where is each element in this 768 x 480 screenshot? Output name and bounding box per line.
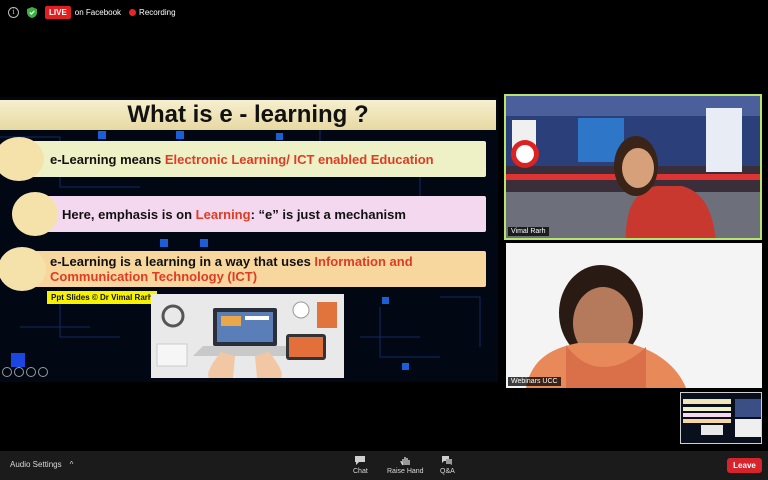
chat-icon xyxy=(355,456,366,465)
bullet-2-highlight: Learning xyxy=(195,206,251,222)
bullet-2-suffix: : “e” is just a mechanism xyxy=(250,206,406,222)
shared-slide: What is e - learning ? e-Learning means … xyxy=(0,97,498,382)
chat-button[interactable]: Chat xyxy=(353,455,368,475)
recording-label: Recording xyxy=(139,7,176,17)
audio-settings-label: Audio Settings xyxy=(10,460,62,469)
bullet-2-prefix: Here, emphasis is on xyxy=(62,206,196,222)
bullet-2-circle xyxy=(12,192,58,236)
speaker-video xyxy=(506,96,760,238)
participant-video xyxy=(506,243,762,388)
slide-title: What is e - learning ? xyxy=(0,100,496,130)
slide-decoration xyxy=(11,353,25,367)
live-platform-label: on Facebook xyxy=(74,7,122,17)
record-dot-icon xyxy=(129,8,137,16)
audio-settings-button[interactable]: Audio Settings ^ xyxy=(10,460,73,469)
qa-icon xyxy=(442,456,453,465)
bullet-2: Here, emphasis is on Learning: “e” is ju… xyxy=(34,196,486,232)
video-tile-participant[interactable]: Webinars UCC xyxy=(506,243,762,388)
laptop-illustration xyxy=(151,294,344,378)
raise-hand-label: Raise Hand xyxy=(387,468,424,475)
slide-navigation[interactable] xyxy=(2,367,48,377)
bullet-3-circle xyxy=(0,247,46,291)
shield-icon[interactable] xyxy=(27,6,37,18)
qa-button[interactable]: Q&A xyxy=(440,455,455,475)
participant-name-tag: Webinars UCC xyxy=(508,377,561,386)
slide-pen-icon[interactable] xyxy=(14,367,24,377)
leave-button[interactable]: Leave xyxy=(727,458,762,473)
chevron-up-icon[interactable]: ^ xyxy=(70,460,74,469)
video-tile-active-speaker[interactable]: Vimal Rarh xyxy=(504,94,762,240)
bullet-1-prefix: e-Learning means xyxy=(50,151,165,167)
chat-label: Chat xyxy=(353,468,368,475)
info-icon[interactable]: i xyxy=(8,6,19,18)
raise-hand-button[interactable]: Raise Hand xyxy=(387,455,424,475)
bullet-3: e-Learning is a learning in a way that u… xyxy=(22,251,486,287)
slide-credit: Ppt Slides © Dr Vimal Rarh xyxy=(47,291,157,304)
bullet-1: e-Learning means Electronic Learning/ IC… xyxy=(22,141,486,177)
slide-menu-icon[interactable] xyxy=(26,367,36,377)
bullet-3-prefix: e-Learning is a learning in a way that u… xyxy=(50,254,315,269)
meeting-toolbar: Audio Settings ^ Chat Raise Hand Q&A Lea… xyxy=(0,451,768,480)
thumbnail-preview xyxy=(681,393,761,443)
slide-next-icon[interactable] xyxy=(38,367,48,377)
speaker-name-tag: Vimal Rarh xyxy=(508,227,549,236)
qa-label: Q&A xyxy=(440,468,455,475)
slide-prev-icon[interactable] xyxy=(2,367,12,377)
bullet-1-highlight: Electronic Learning/ ICT enabled Educati… xyxy=(164,151,434,167)
recording-indicator[interactable]: Recording xyxy=(129,7,176,17)
top-status-bar: i LIVE on Facebook Recording xyxy=(0,0,768,24)
raise-hand-icon xyxy=(400,457,410,466)
live-badge[interactable]: LIVE xyxy=(45,5,71,19)
self-view-thumbnail[interactable] xyxy=(680,392,762,444)
